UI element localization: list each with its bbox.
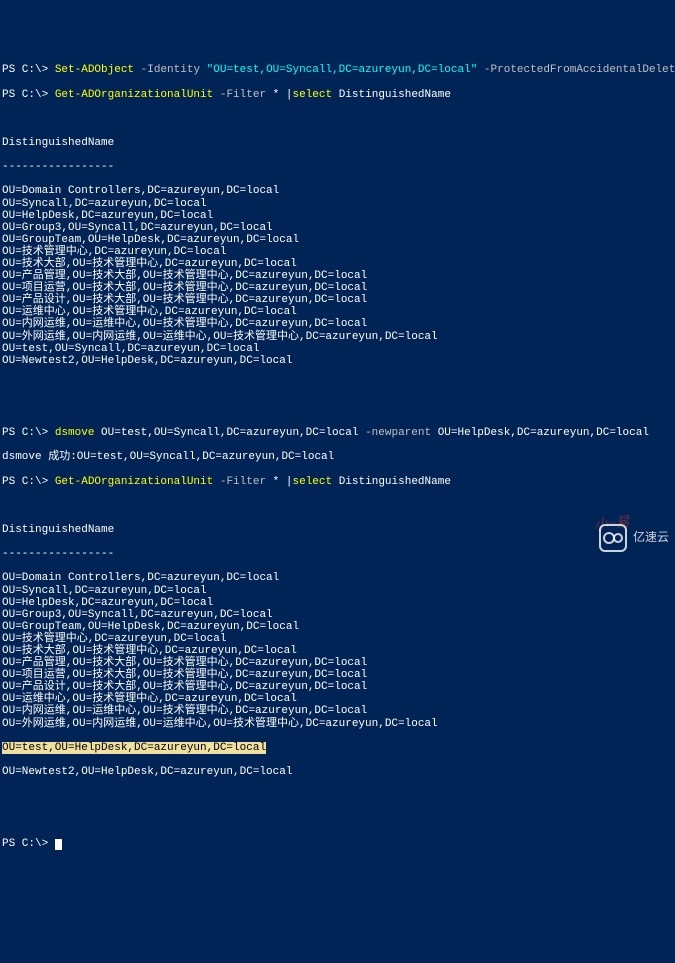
- blank-line: [2, 403, 673, 415]
- command-line-1: PS C:\> Set-ADObject -Identity "OU=test,…: [2, 64, 673, 76]
- ou-entry: OU=运维中心,OU=技术管理中心,DC=azureyun,DC=local: [2, 306, 673, 318]
- ou-entry: OU=HelpDesk,DC=azureyun,DC=local: [2, 597, 673, 609]
- ou-entry: OU=内网运维,OU=运维中心,OU=技术管理中心,DC=azureyun,DC…: [2, 318, 673, 330]
- ou-entry: OU=技术管理中心,DC=azureyun,DC=local: [2, 633, 673, 645]
- ou-entry: OU=技术管理中心,DC=azureyun,DC=local: [2, 246, 673, 258]
- watermark-label: 亿速云: [633, 531, 669, 544]
- cmdlet: dsmove: [55, 427, 95, 439]
- column-header: DistinguishedName: [2, 524, 673, 536]
- ou-entry: OU=外网运维,OU=内网运维,OU=运维中心,OU=技术管理中心,DC=azu…: [2, 718, 673, 730]
- blank-line: [2, 379, 673, 391]
- ou-entry: OU=test,OU=Syncall,DC=azureyun,DC=local: [2, 343, 673, 355]
- command-line-3: PS C:\> dsmove OU=test,OU=Syncall,DC=azu…: [2, 427, 673, 439]
- command-line-2: PS C:\> Get-ADOrganizationalUnit -Filter…: [2, 89, 673, 101]
- ou-entry-highlighted: OU=test,OU=HelpDesk,DC=azureyun,DC=local: [2, 742, 673, 754]
- prompt: PS C:\>: [2, 64, 55, 76]
- prompt-line[interactable]: PS C:\>: [2, 838, 673, 850]
- identity-string: "OU=test,OU=Syncall,DC=azureyun,DC=local…: [207, 64, 478, 76]
- ou-entry: OU=产品管理,OU=技术大部,OU=技术管理中心,DC=azureyun,DC…: [2, 270, 673, 282]
- ou-entry: OU=Newtest2,OU=HelpDesk,DC=azureyun,DC=l…: [2, 355, 673, 367]
- param: -newparent: [365, 427, 431, 439]
- select-cmd: select: [293, 89, 333, 101]
- ou-entry: OU=外网运维,OU=内网运维,OU=运维中心,OU=技术管理中心,DC=azu…: [2, 331, 673, 343]
- cloud-icon: [599, 524, 627, 552]
- ou-entry: OU=Newtest2,OU=HelpDesk,DC=azureyun,DC=l…: [2, 766, 673, 778]
- header-divider: -----------------: [2, 548, 673, 560]
- pipe: |: [286, 89, 293, 101]
- param: -Identity: [141, 64, 207, 76]
- ou-entry: OU=项目运营,OU=技术大部,OU=技术管理中心,DC=azureyun,DC…: [2, 282, 673, 294]
- ou-entry: OU=GroupTeam,OU=HelpDesk,DC=azureyun,DC=…: [2, 621, 673, 633]
- ou-entry: OU=Syncall,DC=azureyun,DC=local: [2, 198, 673, 210]
- column-header: DistinguishedName: [2, 137, 673, 149]
- header-divider: -----------------: [2, 161, 673, 173]
- ou-entry: OU=产品管理,OU=技术大部,OU=技术管理中心,DC=azureyun,DC…: [2, 657, 673, 669]
- cmdlet: Get-ADOrganizationalUnit: [55, 89, 213, 101]
- select-cmd: select: [293, 476, 333, 488]
- watermark: 亿速云: [599, 524, 669, 552]
- ou-entry: OU=产品设计,OU=技术大部,OU=技术管理中心,DC=azureyun,DC…: [2, 681, 673, 693]
- ou-entry: OU=GroupTeam,OU=HelpDesk,DC=azureyun,DC=…: [2, 234, 673, 246]
- cmdlet: Set-ADObject: [55, 64, 134, 76]
- command-line-4: PS C:\> Get-ADOrganizationalUnit -Filter…: [2, 476, 673, 488]
- prompt: PS C:\>: [2, 89, 55, 101]
- terminal-output[interactable]: PS C:\> Set-ADObject -Identity "OU=test,…: [0, 48, 675, 866]
- blank-line: [2, 814, 673, 826]
- ou-entry: OU=HelpDesk,DC=azureyun,DC=local: [2, 210, 673, 222]
- param: -Filter: [220, 89, 266, 101]
- param: -ProtectedFromAccidentalDeletion:: [477, 64, 675, 76]
- pipe: |: [286, 476, 293, 488]
- blank-line: [2, 113, 673, 125]
- ou-entry: OU=内网运维,OU=运维中心,OU=技术管理中心,DC=azureyun,DC…: [2, 705, 673, 717]
- blank-line: [2, 790, 673, 802]
- ou-entry: OU=Group3,OU=Syncall,DC=azureyun,DC=loca…: [2, 609, 673, 621]
- cmdlet: Get-ADOrganizationalUnit: [55, 476, 213, 488]
- ou-entry: OU=技术大部,OU=技术管理中心,DC=azureyun,DC=local: [2, 645, 673, 657]
- cursor: [55, 839, 62, 850]
- ou-entry: OU=产品设计,OU=技术大部,OU=技术管理中心,DC=azureyun,DC…: [2, 294, 673, 306]
- prompt: PS C:\>: [2, 476, 55, 488]
- prompt: PS C:\>: [2, 427, 55, 439]
- ou-entry: OU=运维中心,OU=技术管理中心,DC=azureyun,DC=local: [2, 693, 673, 705]
- ou-entry: OU=项目运营,OU=技术大部,OU=技术管理中心,DC=azureyun,DC…: [2, 669, 673, 681]
- param: -Filter: [220, 476, 266, 488]
- ou-entry: OU=技术大部,OU=技术管理中心,DC=azureyun,DC=local: [2, 258, 673, 270]
- ou-entry: OU=Group3,OU=Syncall,DC=azureyun,DC=loca…: [2, 222, 673, 234]
- prompt: PS C:\>: [2, 838, 55, 850]
- ou-entry: OU=Syncall,DC=azureyun,DC=local: [2, 585, 673, 597]
- ou-entry: OU=Domain Controllers,DC=azureyun,DC=loc…: [2, 185, 673, 197]
- highlighted-text: OU=test,OU=HelpDesk,DC=azureyun,DC=local: [2, 742, 266, 754]
- ou-entry: OU=Domain Controllers,DC=azureyun,DC=loc…: [2, 572, 673, 584]
- blank-line: [2, 500, 673, 512]
- dsmove-result: dsmove 成功:OU=test,OU=Syncall,DC=azureyun…: [2, 451, 673, 463]
